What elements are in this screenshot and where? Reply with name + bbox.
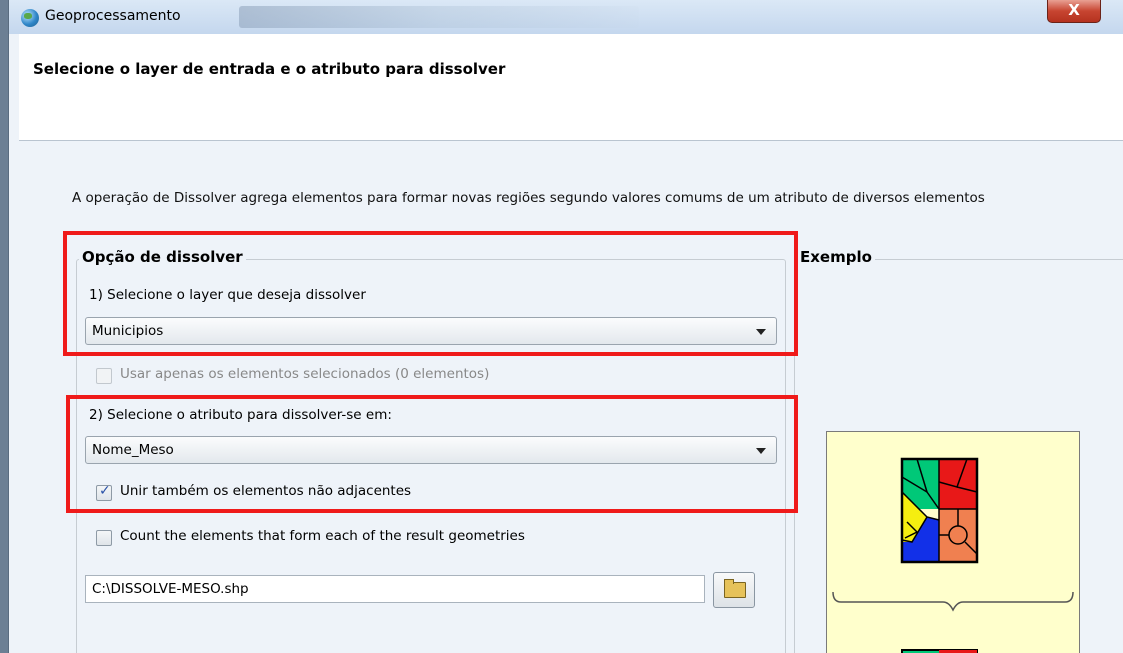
selected-only-checkbox[interactable] bbox=[96, 368, 112, 384]
browse-folder-button[interactable] bbox=[713, 572, 755, 608]
folder-icon bbox=[724, 579, 746, 598]
example-illustration-panel bbox=[826, 431, 1080, 653]
page-heading: Selecione o layer de entrada e o atribut… bbox=[33, 60, 506, 78]
blurred-background-strip bbox=[239, 6, 639, 28]
selected-only-label: Usar apenas os elementos selecionados (0… bbox=[120, 366, 490, 382]
output-path-field[interactable] bbox=[85, 575, 705, 603]
title-bar[interactable]: Geoprocessamento X bbox=[9, 0, 1123, 34]
example-legend: Exemplo bbox=[797, 248, 875, 266]
close-button[interactable]: X bbox=[1047, 0, 1101, 23]
globe-icon bbox=[21, 9, 39, 27]
output-path-input[interactable] bbox=[86, 576, 682, 602]
operation-description: A operação de Dissolver agrega elementos… bbox=[72, 190, 985, 206]
window-title: Geoprocessamento bbox=[45, 8, 181, 24]
count-elements-label: Count the elements that form each of the… bbox=[120, 528, 525, 544]
highlight-step2 bbox=[66, 395, 798, 513]
wizard-header bbox=[19, 34, 1123, 141]
dissolve-example-diagram bbox=[832, 457, 1074, 653]
highlight-step1 bbox=[63, 231, 798, 356]
dialog-window: Geoprocessamento X Selecione o layer de … bbox=[8, 0, 1123, 653]
count-elements-checkbox[interactable] bbox=[96, 530, 112, 546]
example-brace bbox=[832, 591, 1074, 612]
